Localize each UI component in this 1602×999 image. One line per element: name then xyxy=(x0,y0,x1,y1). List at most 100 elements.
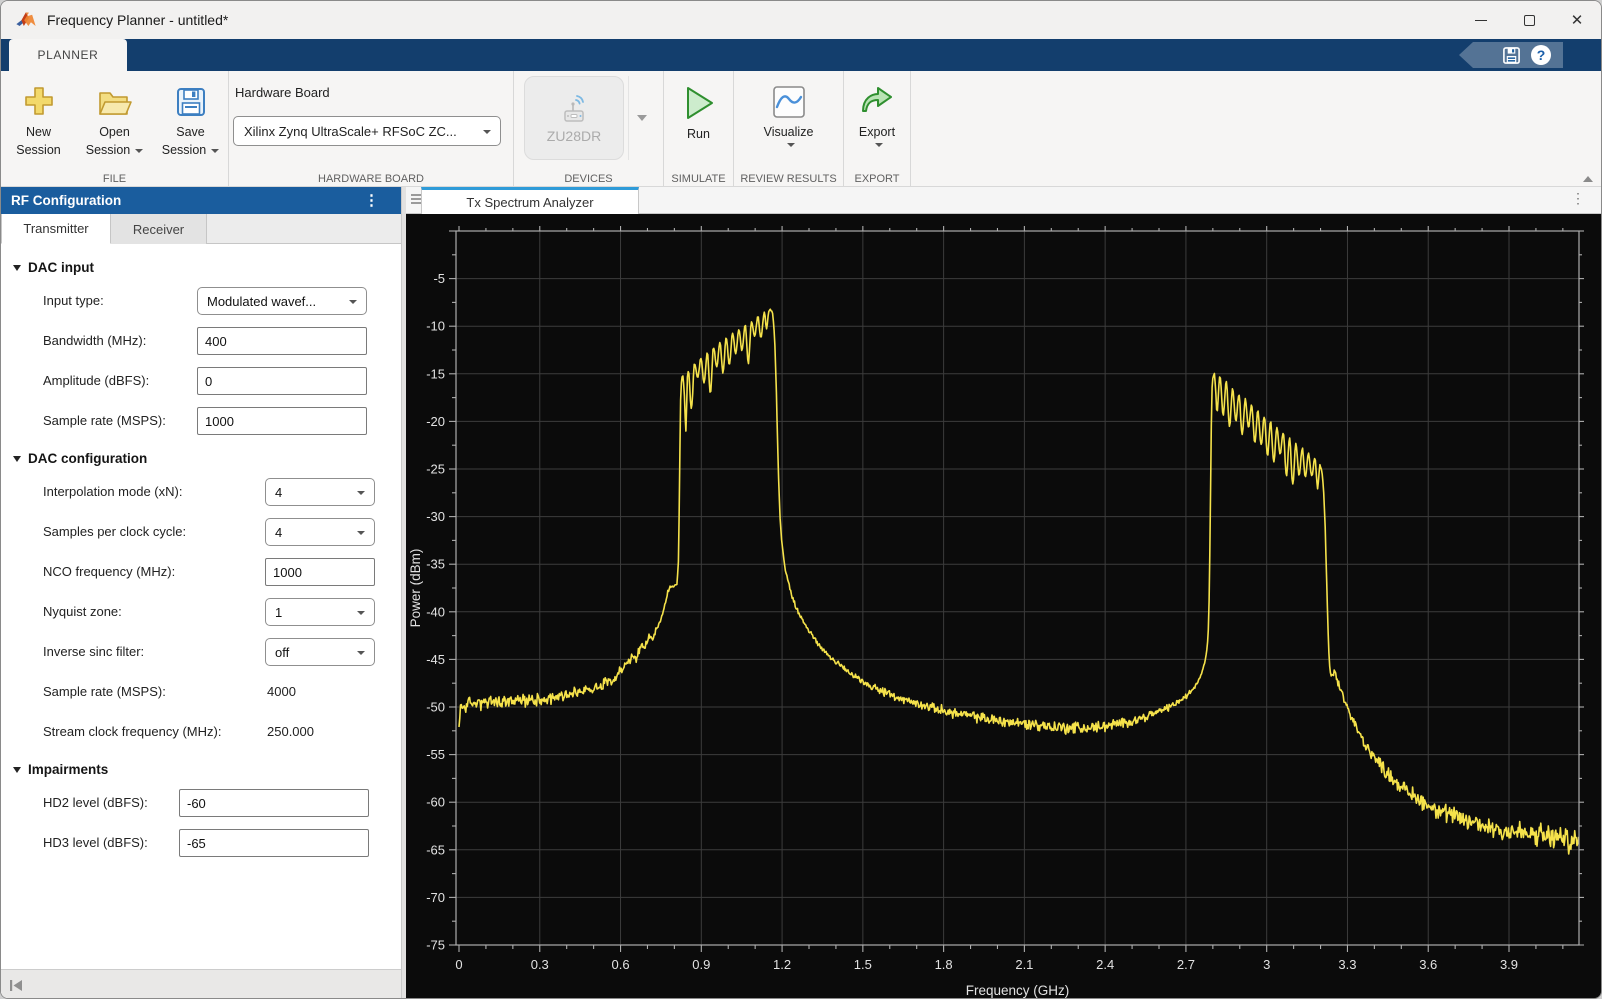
section-header-impairments[interactable]: Impairments xyxy=(13,762,401,777)
field-label: Interpolation mode (xN): xyxy=(43,484,183,499)
svg-text:-40: -40 xyxy=(426,604,445,619)
toolstrip-section-export: Export EXPORT xyxy=(844,71,911,187)
field-label: Nyquist zone: xyxy=(43,604,122,619)
svg-text:Frequency (GHz): Frequency (GHz) xyxy=(966,983,1070,998)
section-title: DAC input xyxy=(28,260,94,275)
tab-planner[interactable]: PLANNER xyxy=(9,39,127,71)
save-floppy-icon xyxy=(176,88,205,116)
dropdown-input-type[interactable]: Modulated wavef... xyxy=(197,287,367,315)
tab-receiver[interactable]: Receiver xyxy=(111,214,207,244)
dropdown-nyquist-zone[interactable]: 1 xyxy=(265,598,375,626)
section-header-dac-configuration[interactable]: DAC configuration xyxy=(13,451,401,466)
help-icon[interactable]: ? xyxy=(1531,45,1551,65)
field-nco-frequency-mhz[interactable] xyxy=(265,558,375,586)
svg-text:0.6: 0.6 xyxy=(611,957,629,972)
svg-text:-25: -25 xyxy=(426,462,445,477)
toolstrip-section-devices: ZU28DR DEVICES xyxy=(514,71,664,187)
svg-text:1.2: 1.2 xyxy=(773,957,791,972)
form-row: Sample rate (MSPS): 4000 xyxy=(1,678,401,706)
skip-to-start-icon[interactable] xyxy=(9,979,24,992)
window-title: Frequency Planner - untitled* xyxy=(47,12,229,28)
field-amplitude-dbfs[interactable] xyxy=(197,367,367,395)
device-dropdown-button[interactable] xyxy=(628,76,654,160)
tab-tx-spectrum-analyzer[interactable]: Tx Spectrum Analyzer xyxy=(421,187,639,214)
readonly-stream-clock-frequency-mhz: 250.000 xyxy=(267,724,314,739)
svg-text:-10: -10 xyxy=(426,319,445,334)
dropdown-inverse-sinc-filter[interactable]: off xyxy=(265,638,375,666)
export-dropdown-icon[interactable] xyxy=(875,143,884,147)
visualize-label: Visualize xyxy=(763,125,814,139)
visualize-dropdown-icon[interactable] xyxy=(787,143,795,147)
open-session-dropdown-icon[interactable] xyxy=(135,148,144,153)
section-label-simulate: SIMULATE xyxy=(671,173,726,185)
section-label-review-results: REVIEW RESULTS xyxy=(740,173,837,185)
form-row: Interpolation mode (xN): 4 xyxy=(1,478,401,506)
svg-text:-15: -15 xyxy=(426,366,445,381)
form-row: HD3 level (dBFS): xyxy=(1,829,401,857)
tab-transmitter[interactable]: Transmitter xyxy=(1,214,111,244)
chevron-down-icon xyxy=(357,491,365,495)
close-button[interactable]: ✕ xyxy=(1553,1,1601,39)
new-session-button[interactable]: New Session xyxy=(4,77,74,159)
readonly-sample-rate-msps: 4000 xyxy=(267,684,296,699)
section-label-file: FILE xyxy=(102,173,127,185)
transmitter-form: DAC input Input type: Modulated wavef... Ba… xyxy=(1,244,401,969)
svg-text:-75: -75 xyxy=(426,938,445,953)
section-header-dac-input[interactable]: DAC input xyxy=(13,260,401,275)
visualize-button[interactable]: Visualize xyxy=(763,77,814,147)
matlab-logo-icon xyxy=(16,12,36,27)
form-row: NCO frequency (MHz): xyxy=(1,558,401,586)
form-row: Samples per clock cycle: 4 xyxy=(1,518,401,546)
export-arrow-icon xyxy=(861,87,892,112)
section-label-hardware-board: HARDWARE BOARD xyxy=(318,173,424,185)
dropdown-value: 4 xyxy=(275,524,283,540)
run-button[interactable]: Run xyxy=(682,77,716,141)
maximize-button[interactable] xyxy=(1505,1,1553,39)
open-session-button[interactable]: Open Session xyxy=(80,77,150,159)
main-area: RF Configuration ⋮ Transmitter Receiver … xyxy=(1,187,1601,998)
field-label: Input type: xyxy=(43,293,104,308)
svg-text:Power (dBm): Power (dBm) xyxy=(408,549,423,628)
field-bandwidth-mhz[interactable] xyxy=(197,327,367,355)
form-row: Input type: Modulated wavef... xyxy=(1,287,401,315)
device-zu28dr-button[interactable]: ZU28DR xyxy=(524,76,624,160)
svg-text:-45: -45 xyxy=(426,652,445,667)
minimize-button[interactable] xyxy=(1457,1,1505,39)
form-row: Inverse sinc filter: off xyxy=(1,638,401,666)
spectrum-analyzer-panel: Tx Spectrum Analyzer ⋮ 0 0.3 0.6 0.9 1.2 1.5 1… xyxy=(406,187,1601,998)
export-button[interactable]: Export xyxy=(859,77,895,147)
document-bar-menu-icon[interactable]: ⋮ xyxy=(1571,190,1585,207)
save-session-label: Save Session xyxy=(161,125,207,158)
save-session-button[interactable]: Save Session xyxy=(156,77,226,159)
svg-text:3.6: 3.6 xyxy=(1419,957,1437,972)
export-label: Export xyxy=(858,125,896,139)
chevron-down-icon xyxy=(357,651,365,655)
new-plus-icon xyxy=(24,87,53,115)
field-sample-rate-msps[interactable] xyxy=(197,407,367,435)
toolstrip-section-file: New Session Open Session Save Session FI… xyxy=(1,71,229,187)
spectrum-plot[interactable]: 0 0.3 0.6 0.9 1.2 1.5 1.8 2.1 2.4 2.7 3 3.3 3.6 3.9 -5… xyxy=(406,214,1601,998)
section-title: DAC configuration xyxy=(28,451,148,466)
dropdown-value: Modulated wavef... xyxy=(207,293,317,309)
field-hd3-level-dbfs[interactable] xyxy=(179,829,369,857)
save-session-dropdown-icon[interactable] xyxy=(211,148,220,153)
field-hd2-level-dbfs[interactable] xyxy=(179,789,369,817)
panel-status-bar xyxy=(1,969,401,998)
dropdown-samples-per-clock-cycle[interactable]: 4 xyxy=(265,518,375,546)
dropdown-interpolation-mode-xn[interactable]: 4 xyxy=(265,478,375,506)
panel-menu-icon[interactable]: ⋮ xyxy=(364,191,379,209)
save-icon[interactable] xyxy=(1502,46,1521,65)
hardware-board-dropdown[interactable]: Xilinx Zynq UltraScale+ RFSoC ZC... xyxy=(233,116,501,146)
section-title: Impairments xyxy=(28,762,109,777)
collapse-triangle-icon xyxy=(13,264,21,271)
toolstrip-section-review-results: Visualize REVIEW RESULTS xyxy=(734,71,844,187)
svg-text:3.9: 3.9 xyxy=(1500,957,1518,972)
svg-text:-30: -30 xyxy=(426,509,445,524)
open-folder-icon xyxy=(98,92,132,115)
form-row: Nyquist zone: 1 xyxy=(1,598,401,626)
svg-text:-35: -35 xyxy=(426,557,445,572)
field-label: NCO frequency (MHz): xyxy=(43,564,176,579)
dropdown-value: 1 xyxy=(275,604,283,620)
run-label: Run xyxy=(687,127,710,141)
collapse-toolstrip-icon[interactable] xyxy=(1583,176,1593,182)
